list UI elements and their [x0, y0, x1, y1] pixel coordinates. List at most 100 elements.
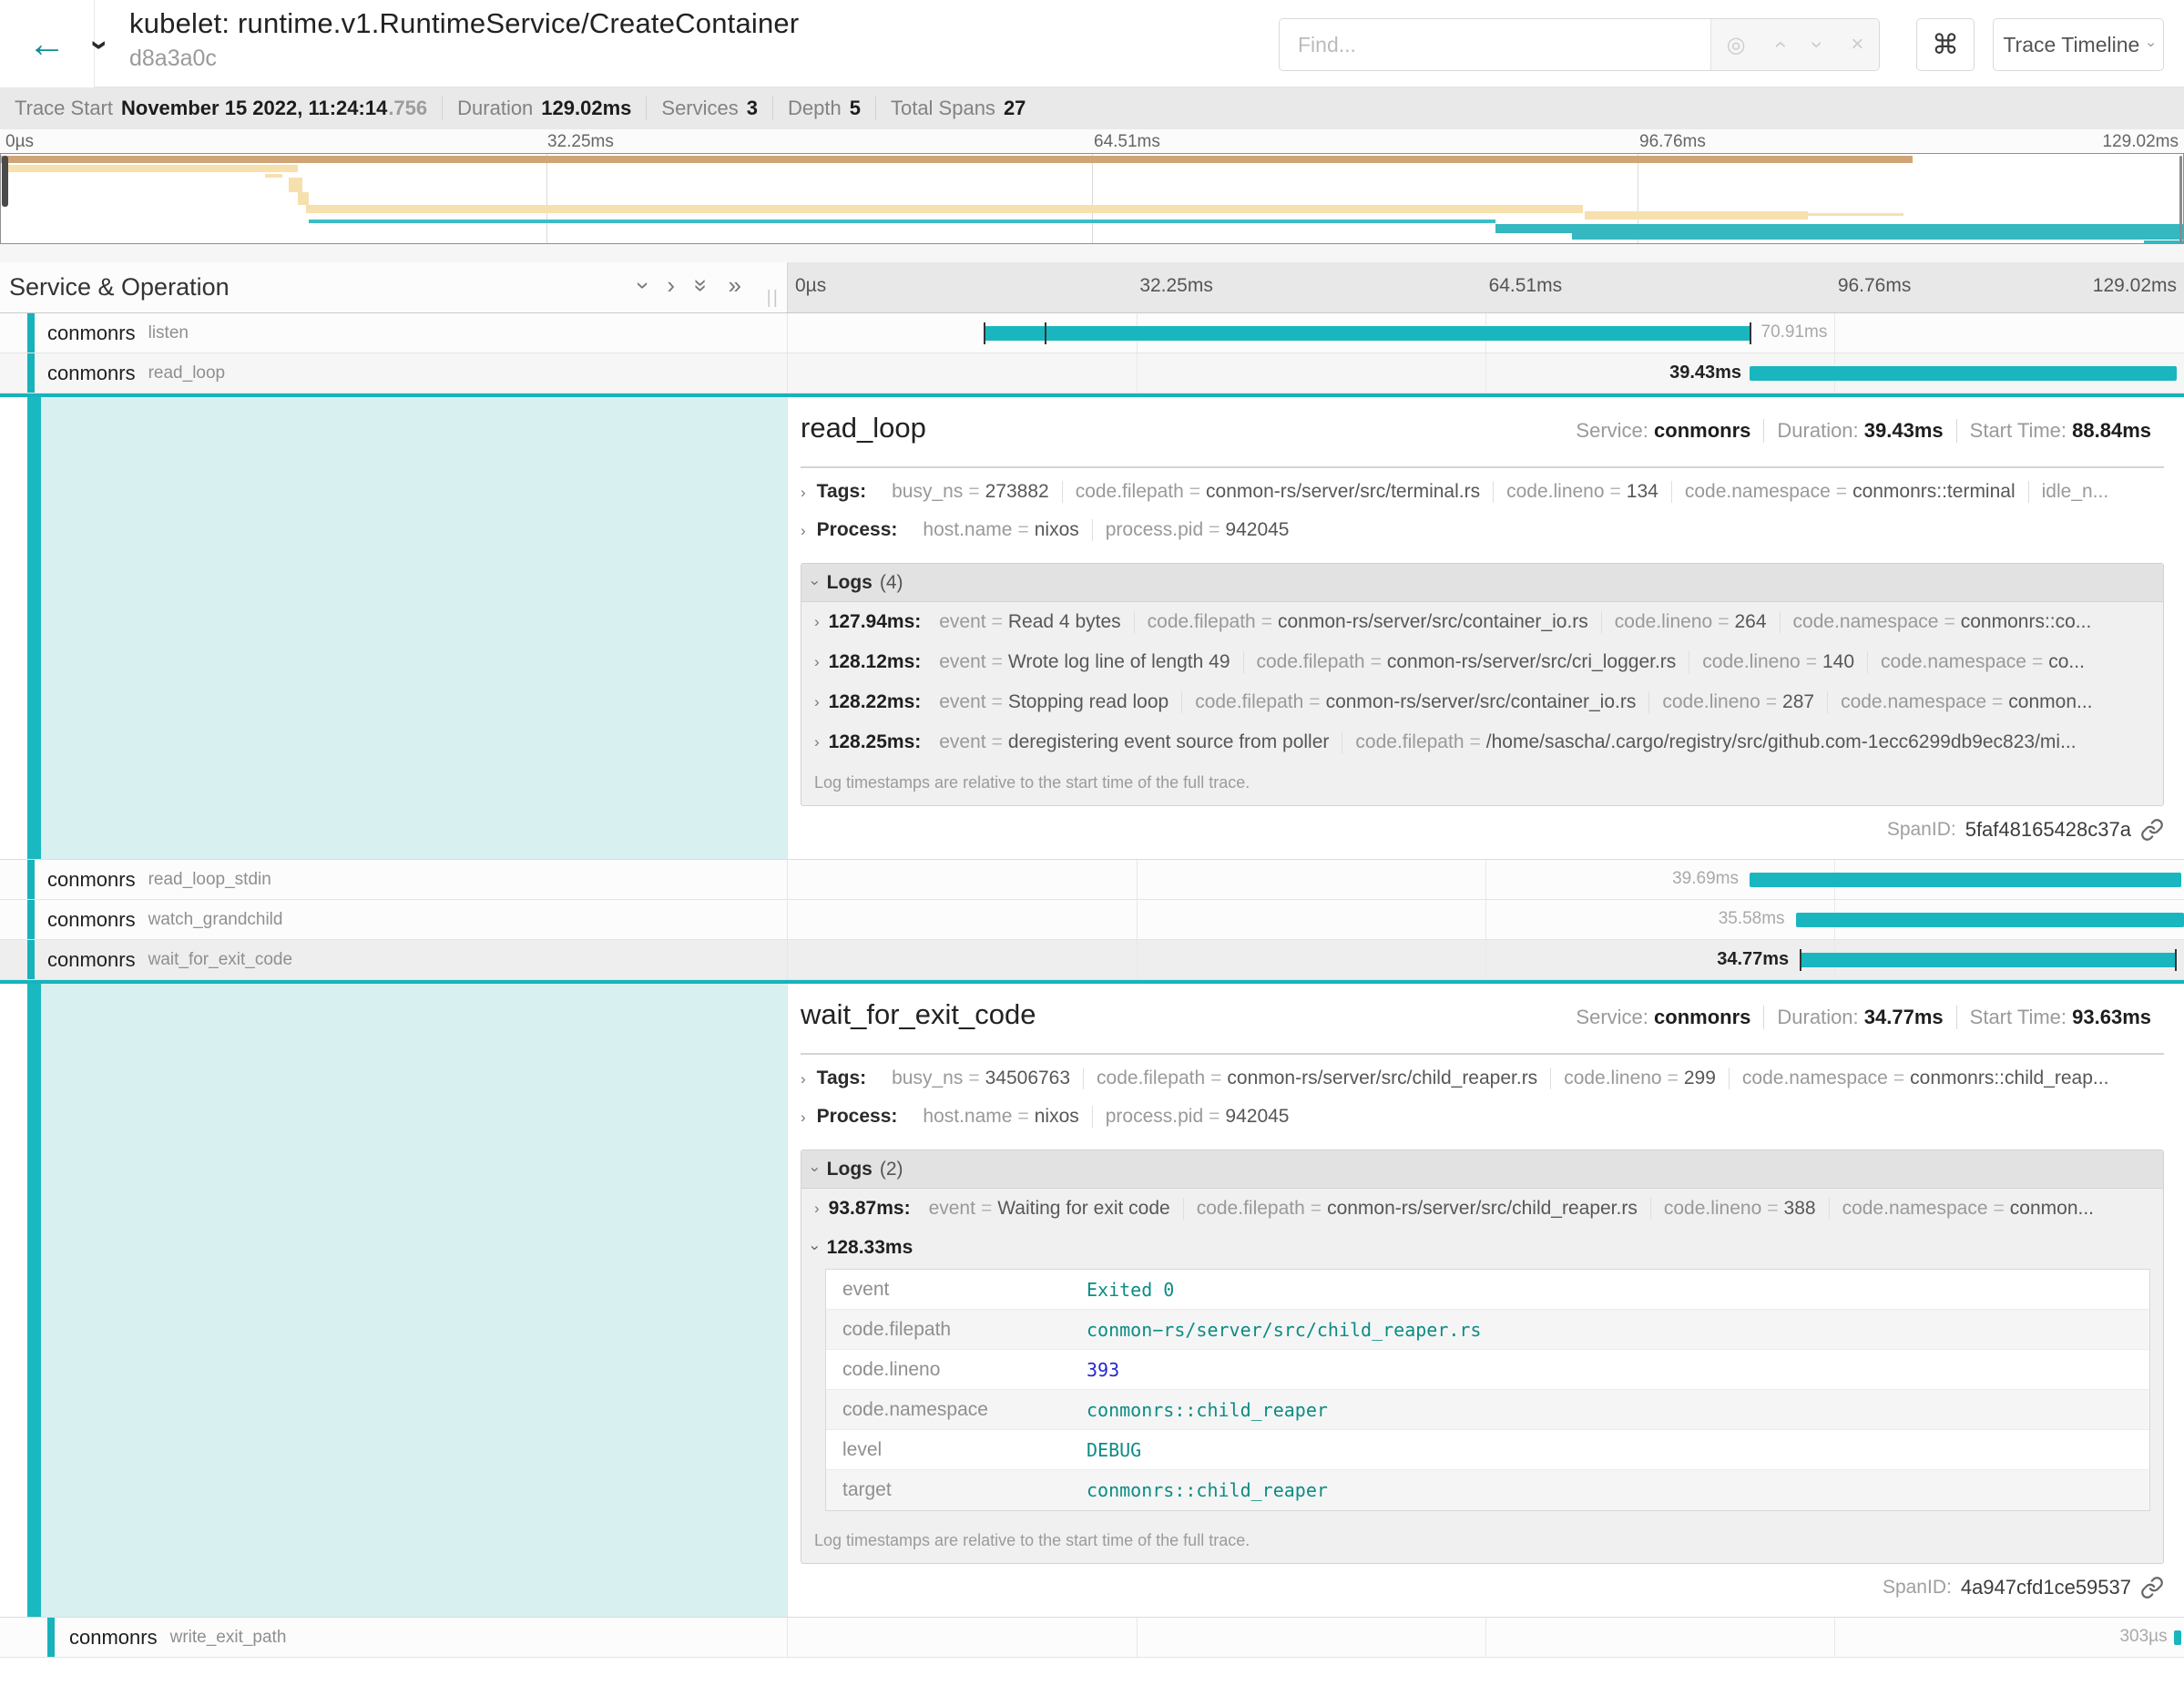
span-operation: listen [148, 323, 189, 343]
chevron-down-icon: › [2143, 42, 2159, 46]
log-entry[interactable]: › 128.25ms: event=deregistering event so… [801, 722, 2163, 762]
span-id-value: 5faf48165428c37a [1965, 818, 2131, 842]
minimap-span-bar [298, 192, 309, 205]
chevron-right-icon: › [801, 522, 806, 540]
minimap-right-scrubber[interactable] [2179, 156, 2182, 244]
timeline-minimap[interactable]: 0µs 32.25ms 64.51ms 96.76ms 129.02ms [0, 129, 2184, 262]
logs-header[interactable]: › Logs (2) [801, 1150, 2163, 1189]
find-group: ◎ › › × [1279, 18, 1880, 71]
span-row-read-loop-stdin[interactable]: conmonrs read_loop_stdin 39.69ms [0, 860, 2184, 900]
deep-link-icon[interactable] [2140, 1576, 2164, 1599]
chevron-down-icon: › [806, 1245, 824, 1251]
find-next-icon[interactable]: › [1804, 41, 1830, 48]
tags-row[interactable]: › Tags: busy_ns=34506763 code.filepath=c… [801, 1068, 2164, 1106]
log-entry[interactable]: › 93.87ms: event=Waiting for exit code c… [801, 1189, 2163, 1229]
find-controls: ◎ › › × [1710, 19, 1879, 70]
log-entry[interactable]: › 127.94ms: event=Read 4 bytes code.file… [801, 602, 2163, 642]
tags-row[interactable]: › Tags: busy_ns=273882 code.filepath=con… [801, 481, 2164, 519]
log-entry[interactable]: › 128.22ms: event=Stopping read loop cod… [801, 682, 2163, 722]
minimap-axis: 0µs 32.25ms 64.51ms 96.76ms 129.02ms [0, 129, 2184, 153]
trace-id: d8a3a0c [129, 46, 217, 72]
span-duration: 39.43ms [1669, 363, 1741, 383]
log-entry[interactable]: › 128.12ms: event=Wrote log line of leng… [801, 642, 2163, 682]
log-fields-table: event Exited 0 code.filepath conmon−rs/s… [825, 1269, 2150, 1511]
span-color-accent [27, 397, 41, 859]
span-row-watch-grandchild[interactable]: conmonrs watch_grandchild 35.58ms [0, 900, 2184, 940]
span-duration: 303µs [2119, 1627, 2167, 1647]
table-row: event Exited 0 [826, 1270, 2149, 1310]
span-row-read-loop[interactable]: conmonrs read_loop 39.43ms [0, 353, 2184, 393]
timeline-ticks-header: 0µs 32.25ms 64.51ms 96.76ms 129.02ms [788, 262, 2184, 312]
find-prev-icon[interactable]: › [1767, 41, 1792, 48]
trace-viewer: ← › kubelet: runtime.v1.RuntimeService/C… [0, 0, 2184, 1686]
span-bar[interactable] [1750, 873, 2181, 887]
trace-collapse-button[interactable]: › [95, 27, 105, 63]
span-duration: 39.69ms [1672, 869, 1739, 889]
collapse-all-icon[interactable]: » [688, 279, 716, 291]
span-bar[interactable] [984, 326, 1751, 341]
span-detail-wait-for-exit-code: wait_for_exit_code Service: conmonrs Dur… [0, 980, 2184, 1618]
minimap-span-bar [265, 174, 282, 178]
minimap-canvas[interactable] [0, 153, 2184, 244]
logs-footnote: Log timestamps are relative to the start… [801, 762, 2163, 805]
minimap-span-bar [309, 220, 1495, 223]
span-duration: 70.91ms [1761, 322, 1828, 342]
span-service: conmonrs [47, 362, 136, 385]
chevron-right-icon: › [801, 1070, 806, 1088]
span-bar[interactable] [1750, 366, 2177, 381]
span-bar[interactable] [2174, 1630, 2181, 1645]
logs-box: › Logs (4) › 127.94ms: event=Read 4 byte… [801, 563, 2164, 806]
back-arrow-icon: ← [28, 25, 66, 63]
span-color-accent [27, 940, 35, 979]
chevron-right-icon: › [814, 653, 820, 671]
span-row-write-exit-path[interactable]: conmonrs write_exit_path 303µs [0, 1618, 2184, 1658]
chevron-right-icon: › [814, 733, 820, 751]
find-focus-icon[interactable]: ◎ [1727, 32, 1746, 58]
span-service: conmonrs [47, 868, 136, 892]
find-clear-icon[interactable]: × [1851, 32, 1863, 57]
span-service: conmonrs [47, 908, 136, 932]
trace-services: Services 3 [646, 97, 772, 120]
span-row-listen[interactable]: conmonrs listen 70.91ms [0, 313, 2184, 353]
expand-one-icon[interactable]: › [667, 271, 675, 300]
minimap-span-bar [1808, 213, 1903, 216]
detail-start-time: Start Time: 88.84ms [1956, 419, 2164, 443]
process-row[interactable]: › Process: host.name=nixos process.pid=9… [801, 519, 2164, 557]
expand-all-icon[interactable]: » [729, 271, 741, 300]
minimap-span-bar [1, 156, 1913, 163]
view-selector-button[interactable]: Trace Timeline › [1993, 18, 2164, 71]
timeline-column-header: Service & Operation › › » » || 0µs 32.25… [0, 262, 2184, 313]
span-id-value: 4a947cfd1ce59537 [1961, 1576, 2131, 1599]
chevron-right-icon: › [814, 693, 820, 711]
span-color-accent [27, 900, 35, 939]
trace-start: Trace Start November 15 2022, 11:24:14.7… [0, 97, 442, 120]
minimap-span-bar [306, 205, 1583, 213]
span-service: conmonrs [69, 1626, 158, 1650]
minimap-span-bar [2144, 240, 2183, 243]
span-color-accent [27, 313, 35, 353]
span-service: conmonrs [47, 948, 136, 972]
minimap-span-bar [1495, 224, 2183, 233]
span-bar[interactable] [1796, 913, 2184, 927]
span-row-wait-for-exit-code[interactable]: conmonrs wait_for_exit_code 34.77ms [0, 940, 2184, 980]
span-duration: 34.77ms [1717, 949, 1789, 970]
keyboard-shortcuts-button[interactable]: ⌘ [1916, 18, 1975, 71]
back-button[interactable]: ← [0, 0, 95, 87]
span-bar[interactable] [1800, 953, 2177, 967]
column-resize-grip[interactable]: || [767, 288, 780, 309]
span-id-row: SpanID: 5faf48165428c37a [801, 810, 2164, 850]
logs-header[interactable]: › Logs (4) [801, 564, 2163, 602]
service-operation-header: Service & Operation › › » » || [0, 262, 788, 312]
span-color-accent [47, 1618, 55, 1657]
table-row: code.filepath conmon−rs/server/src/child… [826, 1310, 2149, 1350]
find-input[interactable] [1280, 19, 1710, 70]
log-entry-expanded-header[interactable]: › 128.33ms [801, 1229, 2163, 1267]
minimap-left-scrubber[interactable] [2, 156, 8, 207]
span-service: conmonrs [47, 322, 136, 345]
span-operation: wait_for_exit_code [148, 950, 292, 970]
span-operation: watch_grandchild [148, 910, 283, 930]
process-row[interactable]: › Process: host.name=nixos process.pid=9… [801, 1106, 2164, 1144]
deep-link-icon[interactable] [2140, 818, 2164, 842]
span-id-row: SpanID: 4a947cfd1ce59537 [801, 1568, 2164, 1608]
collapse-one-icon[interactable]: › [629, 281, 658, 290]
